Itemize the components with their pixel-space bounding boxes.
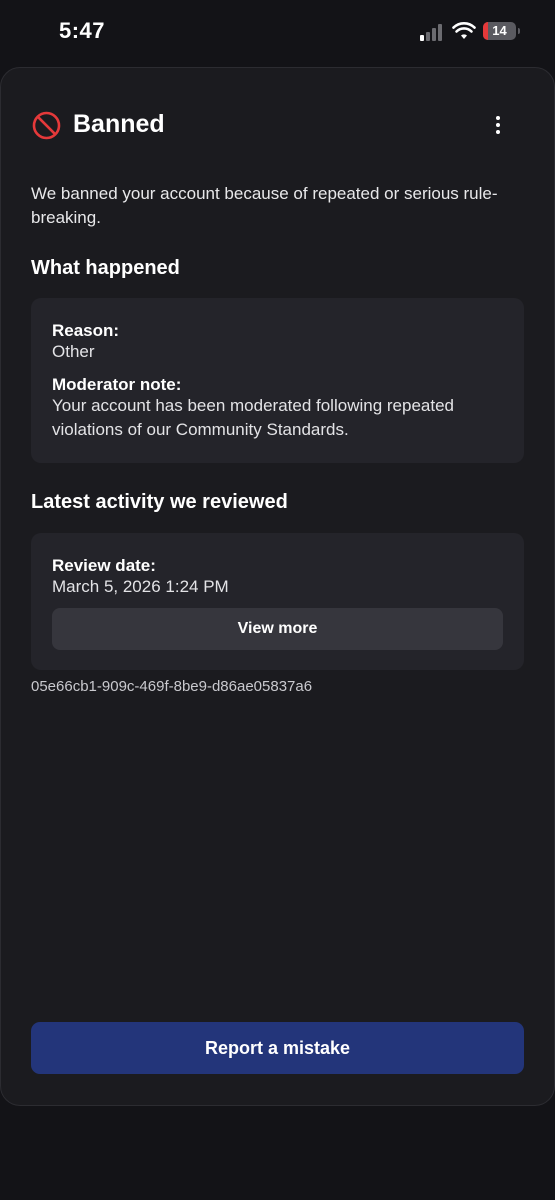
battery-level: 14 — [492, 23, 507, 38]
page-title: Banned — [73, 110, 165, 138]
more-options-button[interactable] — [486, 111, 510, 139]
view-more-button[interactable]: View more — [52, 608, 503, 650]
latest-activity-card: Review date: March 5, 2026 1:24 PM View … — [31, 533, 524, 670]
prohibited-icon — [32, 111, 61, 140]
reason-value: Other — [52, 342, 95, 361]
review-date-label: Review date: — [52, 556, 156, 575]
reference-id: 05e66cb1-909c-469f-8be9-d86ae05837a6 — [31, 678, 313, 695]
what-happened-heading: What happened — [31, 257, 180, 279]
moderator-note-label: Moderator note: — [52, 375, 182, 394]
reason-label: Reason: — [52, 321, 120, 340]
more-vertical-icon — [496, 116, 500, 120]
more-vertical-icon-dot — [496, 123, 500, 127]
status-time: 5:47 — [59, 18, 106, 43]
status-bar: 5:47 14 — [0, 0, 555, 64]
moderator-note-value: Your account has been moderated followin… — [52, 396, 454, 439]
review-date-value: March 5, 2026 1:24 PM — [52, 577, 229, 596]
more-vertical-icon-dot — [496, 130, 500, 134]
wifi-icon — [452, 22, 476, 39]
cellular-signal-icon — [420, 23, 446, 41]
report-mistake-button[interactable]: Report a mistake — [31, 1022, 524, 1074]
latest-activity-heading: Latest activity we reviewed — [31, 491, 288, 513]
battery-cap — [518, 28, 520, 34]
battery-icon: 14 — [483, 22, 516, 40]
what-happened-card: Reason: Other Moderator note: Your accou… — [31, 298, 524, 463]
ban-explanation: We banned your account because of repeat… — [31, 184, 498, 227]
